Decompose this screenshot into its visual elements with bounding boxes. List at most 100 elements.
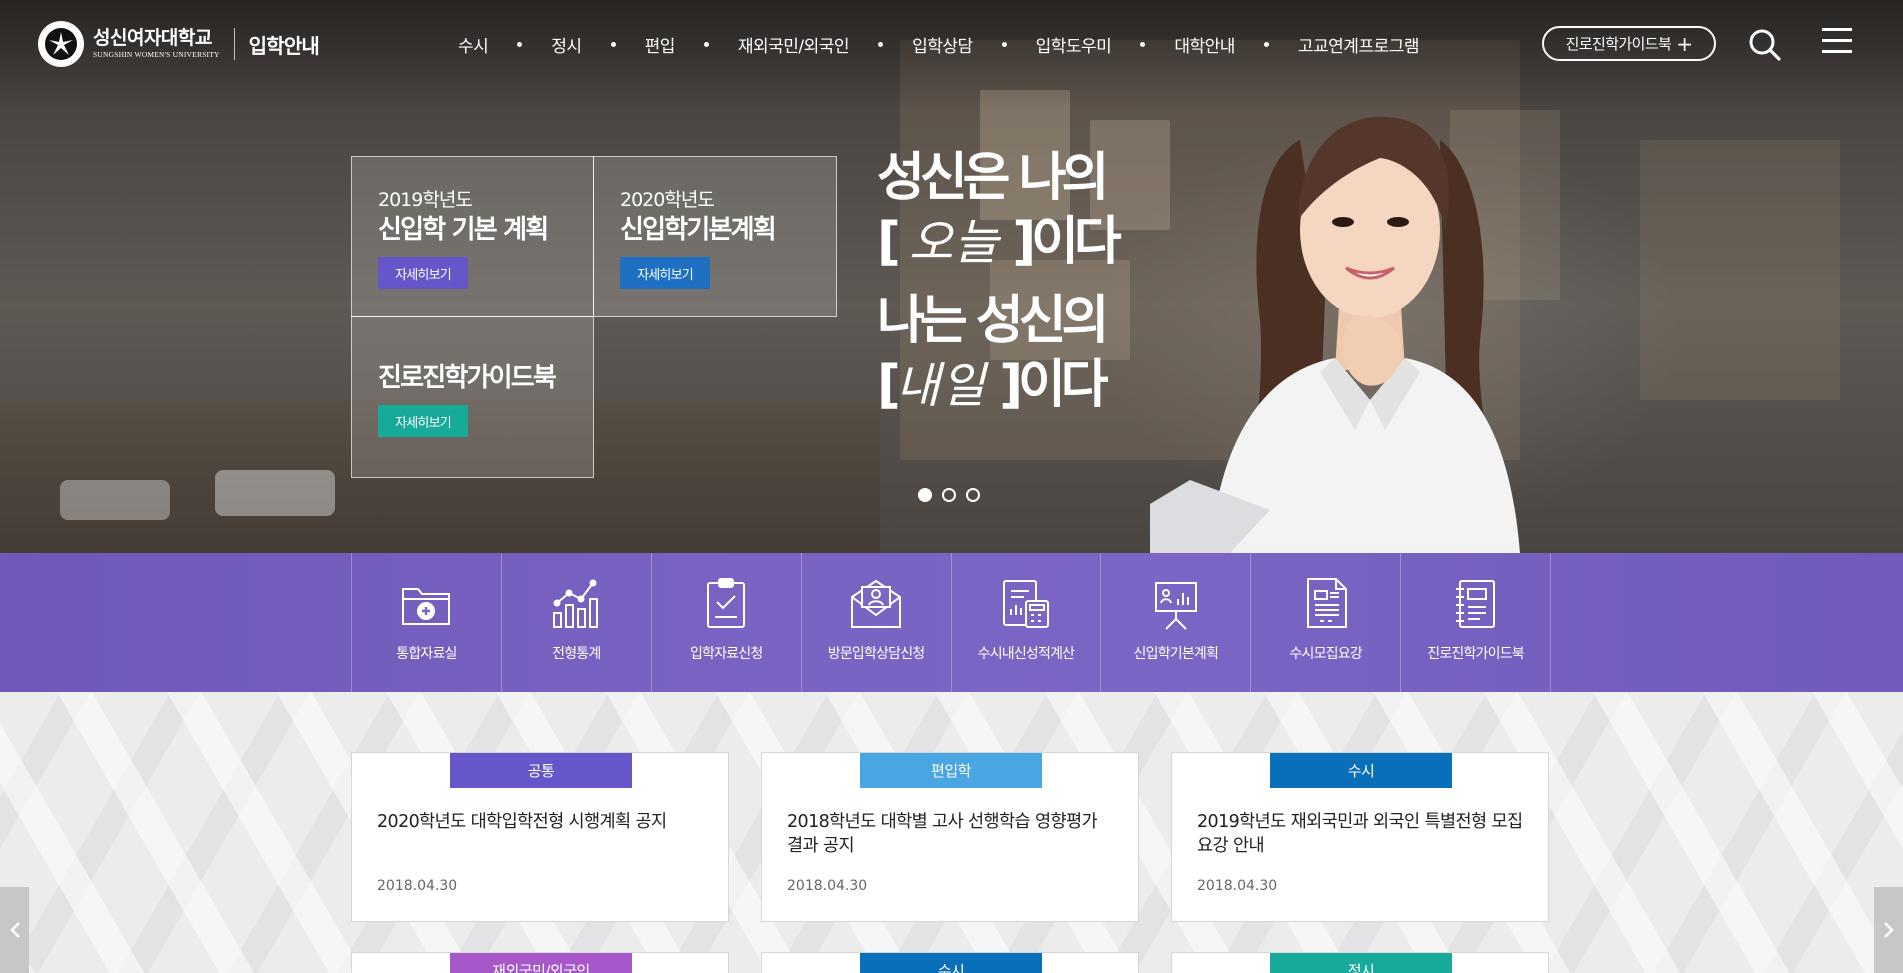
bar-chart-icon xyxy=(553,579,599,628)
slogan-line: [ 오늘 ]이다 xyxy=(877,210,1122,275)
box-title: 신입학기본계획 xyxy=(620,215,777,245)
menu-bar xyxy=(1822,39,1852,42)
menu-bar xyxy=(1822,50,1852,53)
university-logo[interactable]: 성신여자대학교 SUNGSHIN WOMEN'S UNIVERSITY 입학안내 xyxy=(38,21,320,67)
site-title: 입학안내 xyxy=(248,33,320,58)
nav-separator xyxy=(1263,41,1269,47)
quick-item-label: 신입학기본계획 xyxy=(1133,646,1219,662)
slogan-line: [내일 ]이다 xyxy=(877,353,1117,418)
quick-item-archive[interactable]: 통합자료실 xyxy=(352,553,502,692)
nav-item-overseas[interactable]: 재외국민/외국인 xyxy=(738,32,850,57)
slogan-handwritten-word: 내일 xyxy=(895,358,987,414)
guidebook-button-label: 진로진학가이드북 xyxy=(1565,35,1672,53)
slogan-line: 나는 성신의 xyxy=(877,291,1109,351)
notice-card[interactable]: 수시 2019학년도 재외국민과 외국인 특별전형 모집요강 안내 2018.0… xyxy=(1171,752,1549,922)
nav-separator xyxy=(517,41,523,47)
quick-item-visit-consulting[interactable]: 방문입학상담신청 xyxy=(802,553,952,692)
document-list-icon xyxy=(1306,578,1347,628)
notice-category-badge: 편입학 xyxy=(860,753,1042,788)
notice-title[interactable]: 2018학년도 대학별 고사 선행학습 영향평가 결과 공지 xyxy=(787,810,1117,858)
logo-korean-name: 성신여자대학교 xyxy=(93,28,212,49)
notice-card[interactable]: 정시 xyxy=(1171,952,1549,973)
quick-item-label: 입학자료신청 xyxy=(689,646,763,662)
plus-icon: + xyxy=(1676,31,1693,56)
quick-item-label: 통합자료실 xyxy=(396,646,457,662)
notice-category-badge: 재외국민/외국인 xyxy=(450,953,632,973)
nav-separator xyxy=(610,41,616,47)
view-more-button[interactable]: 자세히보기 xyxy=(620,257,710,289)
box-title: 진로진학가이드북 xyxy=(378,363,557,393)
presentation-board-icon xyxy=(1154,582,1197,630)
logo-english-name: SUNGSHIN WOMEN'S UNIVERSITY xyxy=(93,50,220,59)
plan-2020-box[interactable]: 2020학년도 신입학기본계획 자세히보기 xyxy=(593,156,837,317)
slogan-gap xyxy=(877,275,1117,289)
chevron-right-icon xyxy=(1883,922,1894,938)
nav-item-highschool-program[interactable]: 고교연계프로그램 xyxy=(1298,32,1420,57)
hero-slogan: 성신은 나의 [ 오늘 ]이다 나는 성신의 [내일 ]이다 xyxy=(877,146,1122,418)
notice-card[interactable]: 재외국민/외국인 xyxy=(351,952,729,973)
hamburger-menu-icon[interactable] xyxy=(1822,28,1852,56)
quick-item-grade-calculator[interactable]: 수시내신성적계산 xyxy=(952,553,1102,692)
quick-item-label: 수시모집요강 xyxy=(1289,646,1362,662)
calculator-report-icon xyxy=(1002,580,1049,628)
quick-menu-list: 통합자료실 전형통계 입학자료신청 방문입학상담신청 수시내신성적계산 신입학기… xyxy=(351,553,1551,692)
notice-title[interactable]: 2020학년도 대학입학전형 시행계획 공지 xyxy=(377,810,707,834)
box-title: 신입학 기본 계획 xyxy=(378,215,549,245)
site-header: 성신여자대학교 SUNGSHIN WOMEN'S UNIVERSITY 입학안내… xyxy=(0,0,1903,88)
university-emblem-icon xyxy=(38,21,84,67)
next-arrow-button[interactable] xyxy=(1874,887,1903,973)
notice-category-badge: 수시 xyxy=(1270,753,1452,788)
view-more-button[interactable]: 자세히보기 xyxy=(378,405,468,437)
slogan-handwritten-word: 오늘 xyxy=(908,215,1000,271)
quick-item-statistics[interactable]: 전형통계 xyxy=(502,553,652,692)
nav-item-about[interactable]: 대학안내 xyxy=(1174,32,1235,57)
prev-arrow-button[interactable] xyxy=(0,887,29,973)
nav-separator xyxy=(703,41,709,47)
box-year: 2019학년도 xyxy=(378,189,473,211)
hero-banner: 성신여자대학교 SUNGSHIN WOMEN'S UNIVERSITY 입학안내… xyxy=(0,0,1903,553)
bracket-close: ]이다 xyxy=(1012,212,1121,272)
notice-category-badge: 정시 xyxy=(1270,953,1452,973)
folder-plus-icon xyxy=(402,588,451,625)
notice-category-badge: 공통 xyxy=(450,753,632,788)
nav-separator xyxy=(878,41,884,47)
quick-item-guidebook[interactable]: 진로진학가이드북 xyxy=(1401,553,1551,692)
notice-title[interactable]: 2019학년도 재외국민과 외국인 특별전형 모집요강 안내 xyxy=(1197,810,1527,858)
box-year: 2020학년도 xyxy=(620,189,715,211)
main-navigation: 수시 정시 편입 재외국민/외국인 입학상담 입학도우미 대학안내 고교연계프로… xyxy=(458,30,1420,58)
slide-dot-1[interactable] xyxy=(918,488,932,502)
guidebook-box[interactable]: 진로진학가이드북 자세히보기 xyxy=(351,316,594,478)
view-more-button[interactable]: 자세히보기 xyxy=(378,257,468,289)
notice-card[interactable]: 수시 xyxy=(761,952,1139,973)
quick-item-label: 수시내신성적계산 xyxy=(977,646,1075,662)
guidebook-button[interactable]: 진로진학가이드북 + xyxy=(1542,26,1716,61)
plan-2019-box[interactable]: 2019학년도 신입학 기본 계획 자세히보기 xyxy=(351,156,594,317)
logo-divider xyxy=(233,28,235,60)
chevron-left-icon xyxy=(9,922,20,938)
nav-item-jeongsi[interactable]: 정시 xyxy=(551,32,582,57)
bg-shelf xyxy=(1640,140,1840,400)
slide-dot-2[interactable] xyxy=(942,488,956,502)
nav-item-helper[interactable]: 입학도우미 xyxy=(1036,32,1112,57)
notice-card[interactable]: 공통 2020학년도 대학입학전형 시행계획 공지 2018.04.30 xyxy=(351,752,729,922)
notice-date: 2018.04.30 xyxy=(787,878,868,894)
notice-card[interactable]: 편입학 2018학년도 대학별 고사 선행학습 영향평가 결과 공지 2018.… xyxy=(761,752,1139,922)
search-icon[interactable] xyxy=(1748,28,1782,62)
slide-dot-3[interactable] xyxy=(966,488,980,502)
notebook-icon xyxy=(1455,580,1495,628)
nav-item-consulting[interactable]: 입학상담 xyxy=(912,32,973,57)
nav-separator xyxy=(1140,41,1146,47)
bracket-open: [ xyxy=(877,212,901,272)
quick-item-label: 전형통계 xyxy=(552,646,601,662)
nav-item-transfer[interactable]: 편입 xyxy=(645,32,676,57)
bg-chair xyxy=(215,470,335,516)
notice-date: 2018.04.30 xyxy=(377,878,458,894)
bracket-close: ]이다 xyxy=(999,355,1108,415)
notice-category-badge: 수시 xyxy=(860,953,1042,973)
quick-item-guidelines[interactable]: 수시모집요강 xyxy=(1251,553,1402,692)
nav-item-susi[interactable]: 수시 xyxy=(458,32,489,57)
quick-item-material-request[interactable]: 입학자료신청 xyxy=(652,553,802,692)
notice-date: 2018.04.30 xyxy=(1197,878,1278,894)
quick-item-admission-plan[interactable]: 신입학기본계획 xyxy=(1101,553,1252,692)
student-photo xyxy=(1150,116,1520,553)
